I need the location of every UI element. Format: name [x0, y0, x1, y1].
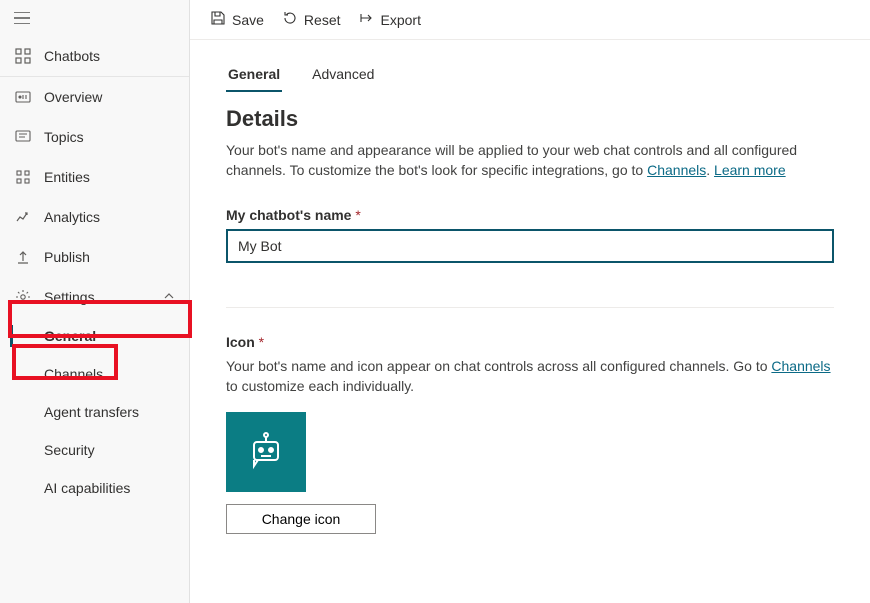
channels-link[interactable]: Channels [647, 162, 706, 178]
sidebar-item-label: Publish [44, 249, 90, 265]
required-asterisk: * [259, 334, 264, 350]
analytics-icon [14, 208, 32, 226]
change-icon-button[interactable]: Change icon [226, 504, 376, 534]
bot-icon-preview [226, 412, 306, 492]
export-label: Export [381, 12, 421, 28]
sidebar-item-topics[interactable]: Topics [0, 117, 189, 157]
bot-icon [244, 430, 288, 474]
sidebar-item-label: Analytics [44, 209, 100, 225]
icon-desc-text1: Your bot's name and icon appear on chat … [226, 358, 771, 374]
publish-icon [14, 248, 32, 266]
sidebar: Chatbots Overview Topics Entities [0, 0, 190, 603]
subnav-security[interactable]: Security [44, 431, 189, 469]
sidebar-item-label: Topics [44, 129, 84, 145]
subnav-general[interactable]: General [44, 317, 189, 355]
grid-icon [14, 47, 32, 65]
settings-subnav: General Channels Agent transfers Securit… [0, 317, 189, 507]
toolbar: Save Reset Export [190, 0, 870, 40]
subnav-agent-transfers[interactable]: Agent transfers [44, 393, 189, 431]
divider [226, 307, 834, 308]
icon-label-text: Icon [226, 334, 255, 350]
subnav-ai-capabilities[interactable]: AI capabilities [44, 469, 189, 507]
details-heading: Details [226, 106, 834, 132]
name-field-label: My chatbot's name * [226, 207, 834, 223]
sidebar-item-label: Settings [44, 289, 95, 305]
sidebar-item-analytics[interactable]: Analytics [0, 197, 189, 237]
learn-more-link[interactable]: Learn more [714, 162, 786, 178]
overview-icon [14, 88, 32, 106]
chevron-up-icon [163, 289, 175, 305]
reset-label: Reset [304, 12, 341, 28]
reset-button[interactable]: Reset [282, 10, 341, 29]
sidebar-item-chatbots[interactable]: Chatbots [0, 36, 189, 76]
export-icon [359, 10, 375, 29]
sidebar-item-overview[interactable]: Overview [0, 77, 189, 117]
hamburger-icon [14, 12, 30, 24]
sidebar-item-entities[interactable]: Entities [0, 157, 189, 197]
sidebar-item-settings[interactable]: Settings [0, 277, 189, 317]
details-desc-sep: . [706, 162, 714, 178]
main: Save Reset Export General Advanced Detai… [190, 0, 870, 603]
reset-icon [282, 10, 298, 29]
entities-icon [14, 168, 32, 186]
required-asterisk: * [355, 207, 360, 223]
tabs: General Advanced [226, 60, 834, 92]
name-label-text: My chatbot's name [226, 207, 351, 223]
sidebar-item-label: Chatbots [44, 48, 100, 64]
hamburger-menu[interactable] [0, 0, 189, 36]
icon-field-label: Icon * [226, 334, 834, 350]
sidebar-item-publish[interactable]: Publish [0, 237, 189, 277]
tab-advanced[interactable]: Advanced [310, 60, 376, 92]
subnav-channels[interactable]: Channels [44, 355, 189, 393]
save-button[interactable]: Save [210, 10, 264, 29]
content: General Advanced Details Your bot's name… [190, 40, 870, 554]
sidebar-item-label: Entities [44, 169, 90, 185]
gear-icon [14, 288, 32, 306]
save-label: Save [232, 12, 264, 28]
tab-general[interactable]: General [226, 60, 282, 92]
export-button[interactable]: Export [359, 10, 421, 29]
save-icon [210, 10, 226, 29]
chatbot-name-input[interactable] [226, 229, 834, 263]
icon-desc-text2: to customize each individually. [226, 378, 414, 394]
sidebar-item-label: Overview [44, 89, 102, 105]
details-description: Your bot's name and appearance will be a… [226, 140, 834, 181]
channels-link-2[interactable]: Channels [771, 358, 830, 374]
topics-icon [14, 128, 32, 146]
icon-description: Your bot's name and icon appear on chat … [226, 356, 834, 397]
